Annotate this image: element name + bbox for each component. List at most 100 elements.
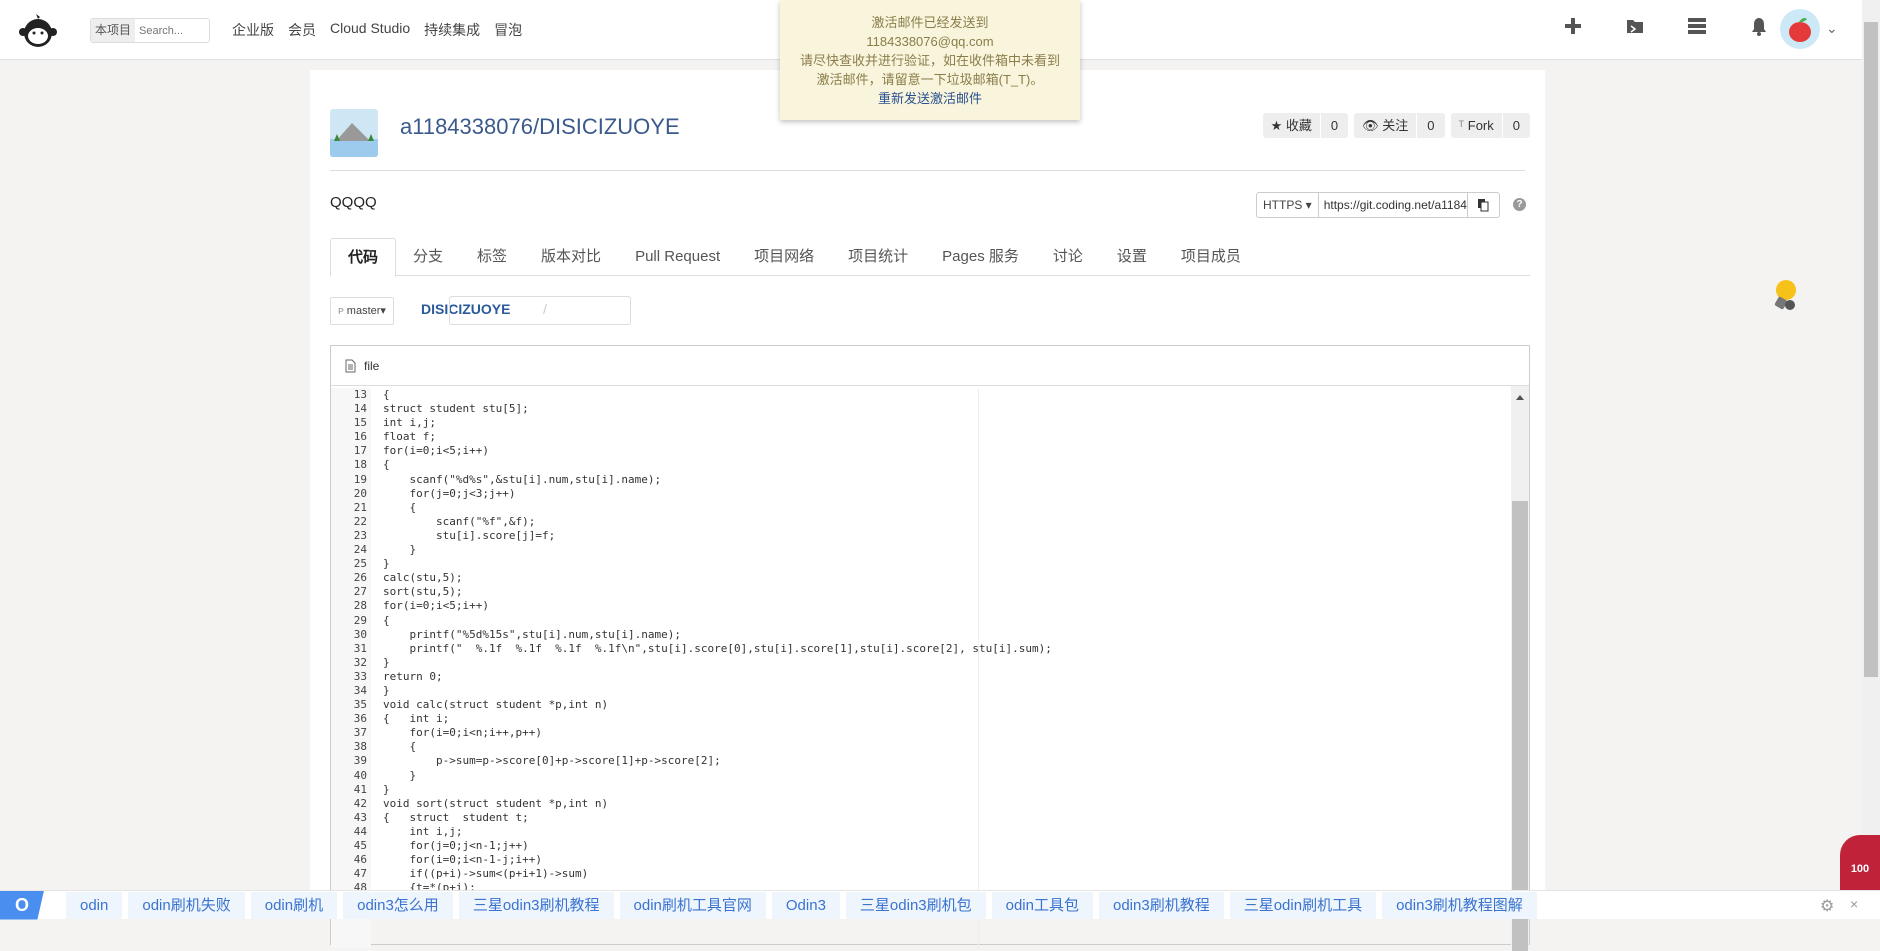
code-editor[interactable]: 13 {14 struct student stu[5]; 15 int i,j; 16 f… xyxy=(331,388,1511,948)
nav-bubble[interactable]: 冒泡 xyxy=(494,20,522,40)
line-number: 41 xyxy=(353,782,367,796)
tab-pages[interactable]: Pages 服务 xyxy=(925,238,1036,275)
suggestion-item[interactable]: odin xyxy=(66,891,123,919)
line-text: { xyxy=(383,613,390,627)
nav-enterprise[interactable]: 企业版 xyxy=(232,20,274,40)
nav-cloud-studio[interactable]: Cloud Studio xyxy=(330,20,410,40)
code-line: 15 int i,j; xyxy=(331,416,1511,430)
help-icon[interactable]: ? xyxy=(1513,198,1526,211)
lightbulb-icon[interactable] xyxy=(1770,278,1800,314)
suggestion-item[interactable]: 三星odin3刷机教程 xyxy=(458,891,614,919)
star-button[interactable]: ★ 收藏 0 xyxy=(1262,113,1349,138)
line-text: { xyxy=(383,740,417,754)
line-text: int i,j; xyxy=(383,416,436,430)
tab-network[interactable]: 项目网络 xyxy=(737,238,831,275)
line-text: float f; xyxy=(383,430,436,444)
scroll-up-arrow-icon[interactable] xyxy=(1516,391,1524,400)
suggestion-item[interactable]: odin3刷机教程 xyxy=(1099,891,1224,919)
line-number: 30 xyxy=(353,627,367,641)
watch-button[interactable]: 👁 关注 0 xyxy=(1354,113,1445,138)
code-line: 38 { xyxy=(331,740,1511,754)
branch-select[interactable]: ᴘ master▾ xyxy=(330,297,394,325)
tab-tags[interactable]: 标签 xyxy=(460,238,524,275)
nav-ci[interactable]: 持续集成 xyxy=(424,20,480,40)
search-input[interactable] xyxy=(135,19,196,42)
code-line: 35 void calc(struct student *p,int n) xyxy=(331,698,1511,712)
notice-line: 激活邮件已经发送到 xyxy=(871,15,989,30)
line-text: } xyxy=(383,543,417,557)
line-number: 39 xyxy=(353,754,367,768)
suggestion-item[interactable]: odin3怎么用 xyxy=(343,891,453,919)
search-box[interactable]: 本项目 xyxy=(90,18,210,43)
suggestion-list: odin odin刷机失败 odin刷机 odin3怎么用 三星odin3刷机教程 odi… xyxy=(66,891,1537,919)
line-number: 34 xyxy=(353,683,367,697)
search-engine-icon[interactable]: O xyxy=(0,890,44,920)
line-text: { int i; xyxy=(383,712,450,726)
floating-ad[interactable]: 100 xyxy=(1840,835,1880,890)
gear-icon[interactable]: ⚙ xyxy=(1820,896,1834,916)
tab-pull-request[interactable]: Pull Request xyxy=(618,238,737,275)
code-line: 13 { xyxy=(331,388,1511,402)
repo-title[interactable]: a1184338076/DISICIZUOYE xyxy=(400,114,680,140)
suggestion-item[interactable]: 三星odin3刷机包 xyxy=(845,891,986,919)
suggestion-item[interactable]: odin刷机失败 xyxy=(128,891,245,919)
suggestion-item[interactable]: odin刷机 xyxy=(250,891,338,919)
path-input[interactable] xyxy=(449,296,631,325)
search-scope[interactable]: 本项目 xyxy=(91,19,136,42)
tab-settings[interactable]: 设置 xyxy=(1100,238,1164,275)
code-scrollbar[interactable] xyxy=(1511,386,1529,951)
chevron-down-icon[interactable]: ⌄ xyxy=(1826,20,1838,37)
suggestion-item[interactable]: Odin3 xyxy=(771,891,840,919)
code-line: 21 { xyxy=(331,501,1511,515)
line-number: 26 xyxy=(353,571,367,585)
window-scrollbar[interactable] xyxy=(1862,0,1880,890)
resend-email-link[interactable]: 重新发送激活邮件 xyxy=(878,91,982,106)
line-number: 47 xyxy=(353,867,367,881)
nav-membership[interactable]: 会员 xyxy=(288,20,316,40)
top-icons xyxy=(1563,16,1769,36)
user-avatar[interactable] xyxy=(1780,9,1820,49)
code-line: 30 printf("%5d%15s",stu[i].num,stu[i].na… xyxy=(331,628,1511,642)
suggestion-item[interactable]: odin3刷机教程图解 xyxy=(1382,891,1537,919)
line-text: void sort(struct student *p,int n) xyxy=(383,796,609,810)
code-scrollbar-thumb[interactable] xyxy=(1512,501,1528,951)
suggestion-item[interactable]: odin刷机工具官网 xyxy=(619,891,766,919)
line-text: for(j=0;j<n-1;j++) xyxy=(383,839,529,852)
line-text: scanf("%d%s",&stu[i].num,stu[i].name); xyxy=(383,472,662,486)
notice-line: 请尽快查收并进行验证，如在收件箱中未看到 xyxy=(799,53,1060,68)
fork-count: 0 xyxy=(1501,113,1530,138)
tab-members[interactable]: 项目成员 xyxy=(1164,238,1258,275)
tab-stats[interactable]: 项目统计 xyxy=(831,238,925,275)
tab-code[interactable]: 代码 xyxy=(330,238,397,277)
window-scrollbar-thumb[interactable] xyxy=(1864,22,1878,677)
tab-compare[interactable]: 版本对比 xyxy=(524,238,618,275)
code-line: 39 p->sum=p->score[0]+p->score[1]+p->sco… xyxy=(331,754,1511,768)
plus-icon[interactable] xyxy=(1563,16,1583,36)
server-list-icon[interactable] xyxy=(1687,16,1707,36)
bell-icon[interactable] xyxy=(1749,16,1769,36)
line-number: 15 xyxy=(353,416,367,430)
star-count: 0 xyxy=(1319,113,1348,138)
coding-logo-icon[interactable] xyxy=(16,12,60,48)
suggestion-item[interactable]: 三星odin刷机工具 xyxy=(1229,891,1377,919)
protocol-select[interactable]: HTTPS ▾ xyxy=(1257,193,1319,217)
clone-url-input[interactable]: https://git.coding.net/a1184338076/DISIC… xyxy=(1319,193,1467,217)
copy-button[interactable] xyxy=(1466,193,1499,217)
terminal-folder-icon[interactable] xyxy=(1625,16,1645,36)
line-text: for(i=0;i<5;i++) xyxy=(383,444,489,458)
close-icon[interactable]: × xyxy=(1850,896,1858,912)
code-line: 17 for(i=0;i<5;i++) xyxy=(331,444,1511,458)
suggestion-item[interactable]: odin工具包 xyxy=(991,891,1093,919)
code-line: 23 stu[i].score[j]=f; xyxy=(331,529,1511,543)
activation-email-notice: 激活邮件已经发送到 1184338076@qq.com 请尽快查收并进行验证，如… xyxy=(780,0,1080,120)
code-line: 25} xyxy=(331,557,1511,571)
line-number: 22 xyxy=(353,514,367,528)
star-label: 收藏 xyxy=(1285,118,1312,133)
line-text: stu[i].score[j]=f; xyxy=(383,528,556,542)
fork-button[interactable]: ᵀ Fork 0 xyxy=(1450,113,1530,138)
tab-branches[interactable]: 分支 xyxy=(396,238,460,275)
code-line: 40 } xyxy=(331,769,1511,783)
line-text: for(i=0;i<n;i++,p++) xyxy=(383,726,542,740)
tab-discussion[interactable]: 讨论 xyxy=(1036,238,1100,275)
code-line: 29 { xyxy=(331,614,1511,628)
